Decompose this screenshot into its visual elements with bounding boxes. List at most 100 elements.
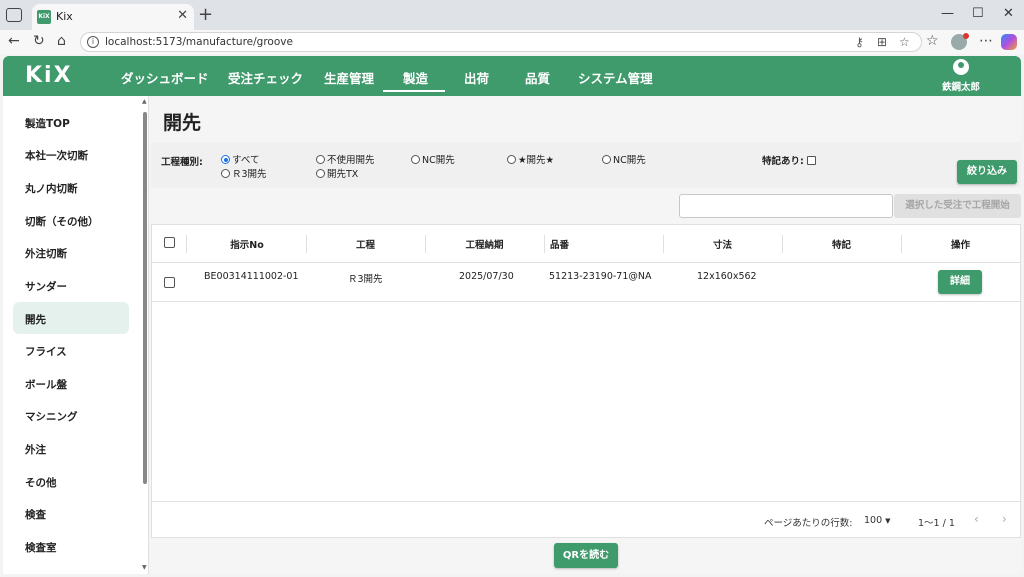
column-header-due-date[interactable]: 工程納期 — [425, 237, 544, 251]
user-menu[interactable]: 鉄鋼太郎 — [933, 59, 989, 93]
profile-avatar[interactable] — [951, 33, 969, 50]
browser-tab[interactable]: KiX Kix ✕ — [32, 4, 194, 30]
sidebar-scrollbar[interactable]: ▲ ▼ — [142, 98, 147, 572]
copilot-icon[interactable] — [1001, 34, 1017, 50]
nav-quality[interactable]: 品質 — [525, 68, 550, 87]
select-all-checkbox[interactable] — [164, 237, 175, 248]
user-icon — [953, 59, 969, 75]
nav-shipping[interactable]: 出荷 — [464, 68, 489, 87]
sidebar-item-label: 切断（その他） — [25, 216, 99, 228]
nav-active-indicator — [383, 90, 445, 92]
radio-all[interactable]: すべて — [221, 152, 259, 166]
sidebar-item-sander[interactable]: サンダー — [13, 269, 129, 301]
sidebar-item-machining[interactable]: マシニング — [13, 399, 129, 431]
address-bar[interactable]: i localhost:5173/manufacture/groove ⚷ ⊞ … — [80, 32, 922, 52]
radio-label: 不使用開先 — [327, 155, 375, 166]
maximize-icon[interactable]: ☐ — [972, 6, 984, 21]
sidebar-item-label: 本社一次切断 — [25, 150, 88, 162]
more-icon[interactable]: ⋯ — [979, 33, 993, 49]
filter-button[interactable]: 絞り込み — [957, 160, 1017, 184]
rows-per-page-value: 100 — [864, 515, 883, 526]
sidebar-item-label: マシニング — [25, 411, 78, 423]
special-note-filter: 特記あり: — [762, 153, 817, 167]
table-row[interactable]: BE00314111002-01 Ｒ3開先 2025/07/30 51213-2… — [152, 264, 1020, 302]
sidebar-item-label: その他 — [25, 477, 57, 489]
row-checkbox[interactable] — [164, 277, 175, 288]
sidebar-item-hq-primary-cut[interactable]: 本社一次切断 — [13, 138, 129, 170]
sidebar-item-label: 検査室 — [25, 542, 57, 554]
sidebar-item-label: 外注切断 — [25, 248, 67, 260]
sidebar-item-groove[interactable]: 開先 — [13, 302, 129, 334]
orders-table: 指示No 工程 工程納期 品番 寸法 特記 操作 BE00314111002-0… — [151, 224, 1021, 538]
nav-production-management[interactable]: 生産管理 — [324, 68, 374, 87]
cell-instruction-no: BE00314111002-01 — [204, 271, 299, 282]
sidebar-item-inspection[interactable]: 検査 — [13, 497, 129, 529]
special-note-checkbox[interactable] — [807, 156, 817, 165]
radio-unused-groove[interactable]: 不使用開先 — [316, 152, 375, 166]
rows-per-page-select[interactable]: 100 ▼ — [864, 515, 891, 526]
rows-per-page-label: ページあたりの行数: — [764, 518, 853, 529]
column-header-instruction-no[interactable]: 指示No — [188, 237, 306, 251]
back-icon[interactable]: ← — [8, 33, 20, 49]
radio-r3-groove[interactable]: Ｒ3開先 — [221, 166, 267, 180]
nav-dashboard[interactable]: ダッシュボード — [121, 68, 209, 87]
favorite-star-icon[interactable]: ☆ — [899, 35, 910, 49]
special-note-label: 特記あり: — [762, 156, 804, 167]
detail-button[interactable]: 詳細 — [938, 270, 982, 294]
radio-label: NC開先 — [422, 155, 455, 166]
radio-label: すべて — [232, 155, 260, 166]
sidebar-item-outsourced-cut[interactable]: 外注切断 — [13, 236, 129, 268]
tab-close-icon[interactable]: ✕ — [177, 8, 188, 23]
radio-nc-groove-2[interactable]: NC開先 — [602, 152, 646, 166]
sidebar-item-outsourced[interactable]: 外注 — [13, 432, 129, 464]
minimize-icon[interactable]: — — [941, 6, 954, 21]
next-page-icon[interactable]: › — [1002, 512, 1007, 526]
read-qr-button[interactable]: QRを読む — [554, 543, 618, 568]
nav-manufacture[interactable]: 製造 — [403, 68, 428, 87]
sidebar-item-label: 製造TOP — [25, 118, 70, 130]
radio-nc-groove[interactable]: NC開先 — [411, 152, 455, 166]
site-info-icon[interactable]: i — [87, 36, 99, 48]
sidebar-item-manufacture-top[interactable]: 製造TOP — [13, 106, 129, 138]
filter-panel: 工程種別: すべて 不使用開先 NC開先 ★開先★ NC開先 Ｒ3開先 開先TX… — [151, 142, 1021, 188]
sidebar-item-milling[interactable]: フライス — [13, 334, 129, 366]
nav-system-management[interactable]: システム管理 — [578, 68, 653, 87]
radio-label: ★開先★ — [518, 155, 555, 166]
start-process-button[interactable]: 選択した受注で工程開始 — [894, 194, 1021, 218]
app-root: KiX ダッシュボード 受注チェック 生産管理 製造 出荷 品質 システム管理 … — [3, 56, 1021, 574]
sidebar-item-other[interactable]: その他 — [13, 465, 129, 497]
sidebar-item-drill-press[interactable]: ボール盤 — [13, 367, 129, 399]
scroll-up-icon[interactable]: ▲ — [142, 98, 147, 105]
chevron-down-icon: ▼ — [885, 517, 891, 525]
process-type-label: 工程種別: — [161, 157, 203, 168]
home-icon[interactable]: ⌂ — [57, 33, 66, 49]
sidebar-item-label: 外注 — [25, 444, 46, 456]
column-header-process[interactable]: 工程 — [306, 237, 425, 251]
sidebar-item-cut-other[interactable]: 切断（その他） — [13, 204, 129, 236]
radio-label: Ｒ3開先 — [232, 169, 267, 180]
column-header-note[interactable]: 特記 — [782, 237, 901, 251]
column-header-size[interactable]: 寸法 — [663, 237, 782, 251]
sidebar-item-marunouchi-cut[interactable]: 丸ノ内切断 — [13, 171, 129, 203]
column-header-part-no[interactable]: 品番 — [550, 237, 569, 251]
window-close-icon[interactable]: ✕ — [1003, 6, 1014, 21]
radio-star-groove[interactable]: ★開先★ — [507, 152, 554, 166]
url-text[interactable]: localhost:5173/manufacture/groove — [105, 36, 293, 48]
new-tab-icon[interactable]: + — [198, 4, 213, 25]
column-header-action: 操作 — [950, 240, 970, 251]
scroll-down-icon[interactable]: ▼ — [142, 564, 147, 571]
table-header: 指示No 工程 工程納期 品番 寸法 特記 操作 — [152, 225, 1020, 263]
reload-icon[interactable]: ↻ — [33, 33, 45, 49]
nav-order-check[interactable]: 受注チェック — [228, 68, 303, 87]
favorites-icon[interactable]: ☆ — [926, 33, 939, 49]
search-input[interactable] — [679, 194, 893, 218]
radio-groove-tx[interactable]: 開先TX — [316, 166, 358, 180]
tab-actions-icon[interactable] — [6, 8, 22, 22]
sidebar-item-inspection-room[interactable]: 検査室 — [13, 530, 129, 562]
prev-page-icon[interactable]: ‹ — [974, 512, 979, 526]
app-available-icon[interactable]: ⊞ — [877, 35, 887, 49]
kix-logo[interactable]: KiX — [25, 63, 73, 88]
key-icon[interactable]: ⚷ — [855, 35, 864, 49]
address-bar-row: ← ↻ ⌂ i localhost:5173/manufacture/groov… — [0, 30, 1024, 54]
scrollbar-thumb[interactable] — [143, 112, 147, 484]
